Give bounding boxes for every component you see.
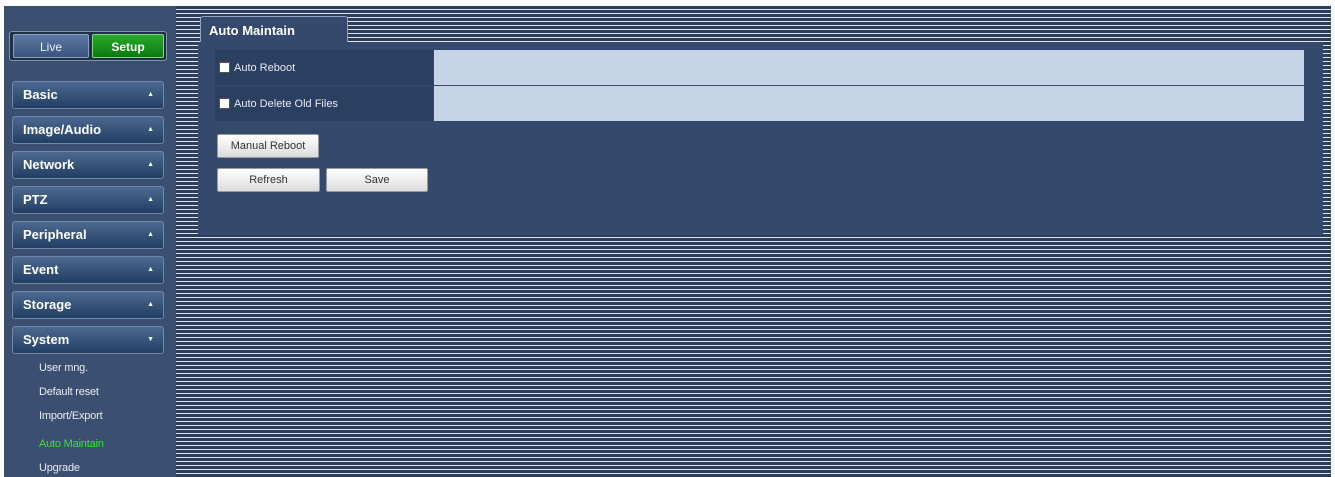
menu-image-audio-label: Image/Audio (23, 122, 102, 137)
menu-event[interactable]: Event ▲ (12, 256, 164, 284)
auto-delete-checkbox[interactable] (219, 98, 230, 109)
auto-reboot-row: Auto Reboot (215, 50, 1306, 85)
chevron-up-icon: ▲ (147, 161, 154, 168)
setup-button[interactable]: Setup (92, 34, 164, 58)
submenu-default-reset[interactable]: Default reset (39, 386, 99, 398)
live-button[interactable]: Live (13, 34, 89, 58)
tab-auto-maintain[interactable]: Auto Maintain (200, 16, 348, 44)
auto-reboot-checkbox[interactable] (219, 62, 230, 73)
menu-storage-label: Storage (23, 297, 72, 312)
chevron-up-icon: ▲ (147, 266, 154, 273)
menu-network[interactable]: Network ▲ (12, 151, 164, 179)
chevron-up-icon: ▲ (147, 91, 154, 98)
auto-delete-label-cell: Auto Delete Old Files (215, 86, 433, 121)
auto-delete-value-cell (434, 86, 1304, 121)
menu-basic-label: Basic (23, 87, 58, 102)
auto-delete-label: Auto Delete Old Files (234, 97, 338, 110)
menu-event-label: Event (23, 262, 59, 277)
mode-switch: Live Setup (9, 31, 167, 61)
main-content: Auto Maintain Auto Reboot Auto Delete Ol… (176, 6, 1331, 477)
submenu-auto-maintain[interactable]: Auto Maintain (39, 438, 104, 450)
chevron-up-icon: ▲ (147, 301, 154, 308)
app-frame: Live Setup Basic ▲ Image/Audio ▲ Network… (4, 6, 1331, 477)
save-button[interactable]: Save (326, 168, 428, 192)
submenu-user-mng[interactable]: User mng. (39, 362, 88, 374)
menu-ptz-label: PTZ (23, 192, 48, 207)
menu-ptz[interactable]: PTZ ▲ (12, 186, 164, 214)
settings-panel: Auto Reboot Auto Delete Old Files Manual… (198, 42, 1323, 235)
submenu-import-export[interactable]: Import/Export (39, 410, 103, 422)
refresh-button[interactable]: Refresh (217, 168, 320, 192)
menu-peripheral[interactable]: Peripheral ▲ (12, 221, 164, 249)
auto-reboot-value-cell (434, 50, 1304, 85)
menu-storage[interactable]: Storage ▲ (12, 291, 164, 319)
sidebar: Live Setup Basic ▲ Image/Audio ▲ Network… (4, 6, 176, 477)
menu-network-label: Network (23, 157, 75, 172)
auto-delete-row: Auto Delete Old Files (215, 86, 1306, 121)
chevron-up-icon: ▲ (147, 126, 154, 133)
menu-system-label: System (23, 332, 70, 347)
menu-system[interactable]: System ▼ (12, 326, 164, 354)
manual-reboot-button[interactable]: Manual Reboot (217, 134, 319, 158)
menu-peripheral-label: Peripheral (23, 227, 87, 242)
chevron-up-icon: ▲ (147, 231, 154, 238)
menu-image-audio[interactable]: Image/Audio ▲ (12, 116, 164, 144)
menu-basic[interactable]: Basic ▲ (12, 81, 164, 109)
auto-reboot-label-cell: Auto Reboot (215, 50, 433, 85)
auto-reboot-label: Auto Reboot (234, 61, 296, 74)
submenu-upgrade[interactable]: Upgrade (39, 462, 80, 474)
chevron-up-icon: ▲ (147, 196, 154, 203)
chevron-down-icon: ▼ (147, 336, 154, 343)
